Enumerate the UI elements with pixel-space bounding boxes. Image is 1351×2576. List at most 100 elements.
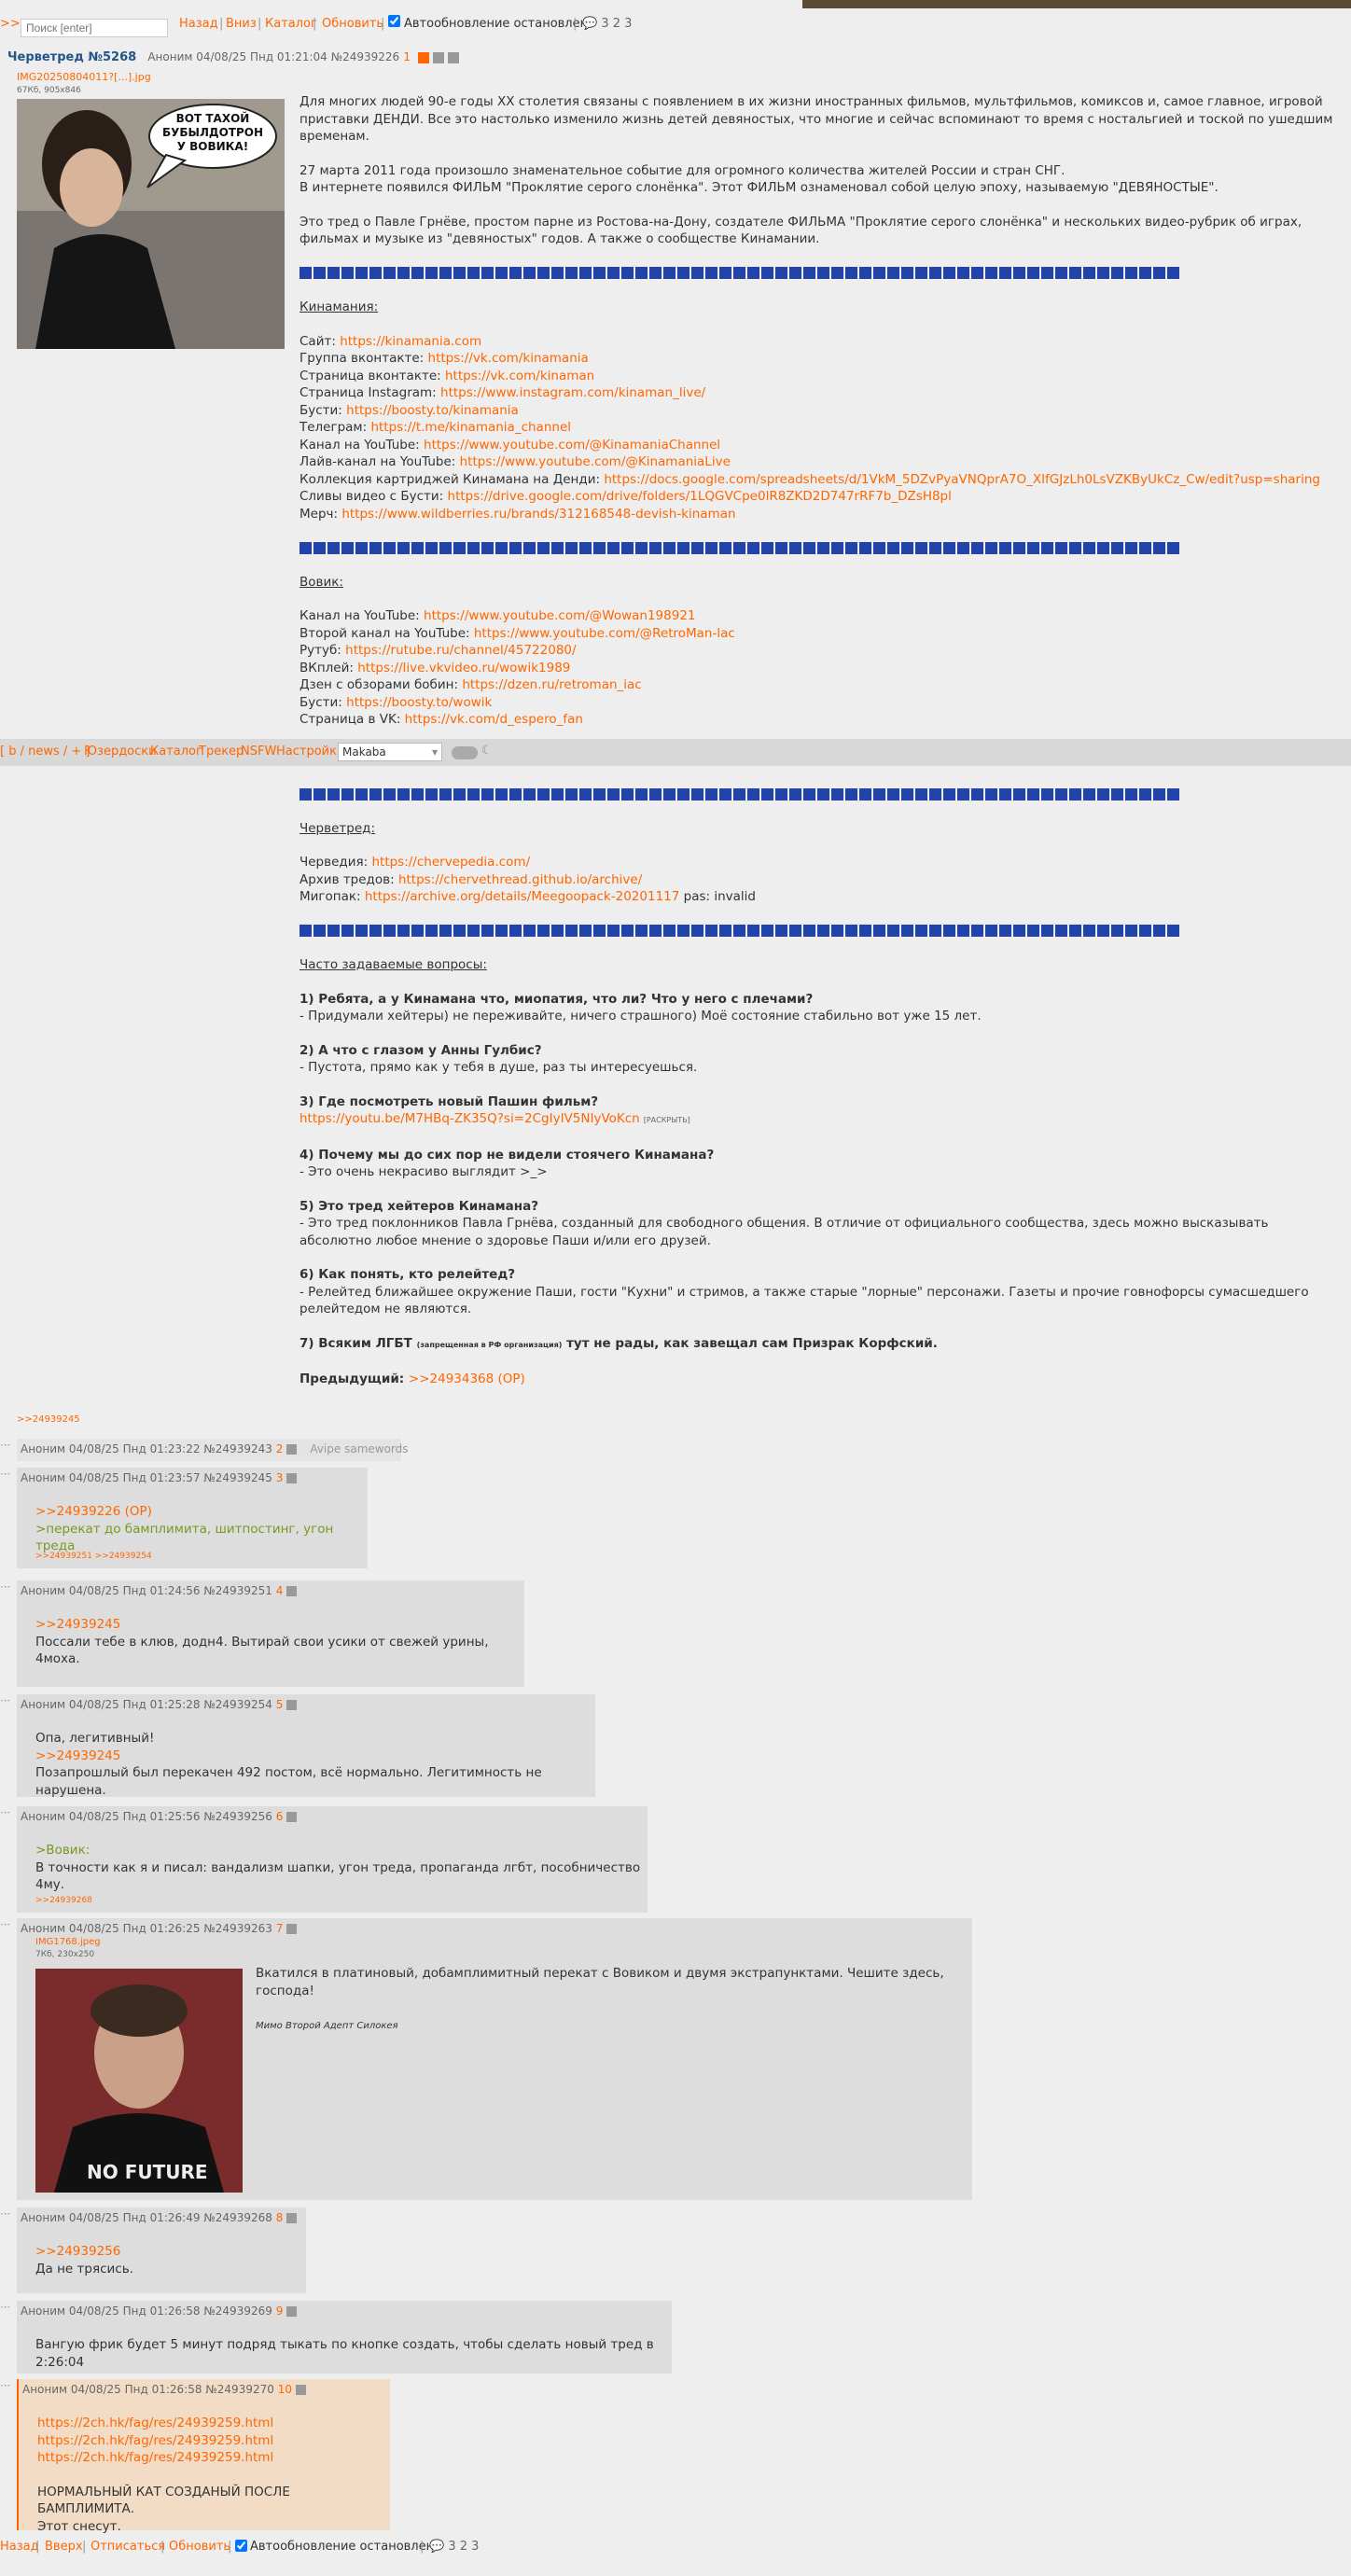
post-number[interactable]: 5 (276, 1698, 284, 1711)
post-line[interactable]: https://2ch.hk/fag/res/24939259.html (37, 2449, 390, 2467)
expand-button[interactable]: [РАСКРЫТЬ] (644, 1116, 690, 1124)
link-url[interactable]: https://kinamania.com (340, 334, 481, 349)
wheelchair-icon (649, 541, 662, 554)
link-row: Второй канал на YouTube: https://www.you… (299, 625, 1335, 643)
post-image[interactable]: NO FUTURE (35, 1969, 243, 2193)
op-options-icon[interactable] (433, 51, 445, 63)
op-play-icon[interactable] (448, 51, 460, 63)
nav-tracker[interactable]: Трекер (199, 745, 244, 759)
bottom-back-link[interactable]: Назад (0, 2540, 39, 2554)
post-body: >Вовик: В точности как я и писал: вандали… (35, 1842, 648, 1894)
link-url[interactable]: https://www.youtube.com/@RetroMan-lac (474, 626, 735, 641)
op-reply-ref[interactable]: >>24939245 (17, 1414, 80, 1425)
bottom-autoupdate-checkbox[interactable] (235, 2540, 247, 2552)
wheelchair-icon (453, 925, 466, 937)
post-file-link[interactable]: IMG1768.jpeg (35, 1937, 101, 1947)
link-url[interactable]: https://vk.com/kinaman (445, 369, 594, 383)
op-file-link[interactable]: IMG20250804011?[...].jpg (17, 71, 151, 83)
post-options-icon[interactable] (286, 1924, 298, 1934)
post-number[interactable]: 9 (276, 2304, 284, 2318)
post-line[interactable]: >>24939245 (35, 1748, 595, 1765)
post-number[interactable]: 3 (276, 1471, 284, 1484)
search-input[interactable] (21, 19, 168, 37)
post-replies[interactable]: >>24939268 (35, 1896, 92, 1905)
link-url[interactable]: https://rutube.ru/channel/45722080/ (345, 643, 576, 658)
link-label: Коллекция картриджей Кинамана на Денди: (299, 471, 605, 487)
unsubscribe-link[interactable]: Отписаться (91, 2540, 165, 2554)
link-url[interactable]: https://www.instagram.com/kinaman_live/ (440, 385, 705, 400)
faq-answer-link[interactable]: https://youtu.be/M7HBq-ZK35Q?si=2CgIyIV5… (299, 1111, 640, 1126)
bottom-up-link[interactable]: Вверх (45, 2540, 83, 2554)
link-url[interactable]: https://www.youtube.com/@KinamaniaLive (460, 454, 731, 469)
wheelchair-icon (481, 541, 494, 554)
post-options-icon[interactable] (286, 2213, 298, 2223)
refresh-link[interactable]: Обновить (322, 17, 383, 31)
wheelchair-icon (831, 925, 843, 937)
post-line: Поссали тебе в клюв, додн4. Вытирай свои… (35, 1634, 489, 1667)
link-label: Дзен с обзорами бобин: (299, 677, 463, 692)
link-url[interactable]: https://drive.google.com/drive/folders/1… (448, 489, 952, 504)
autoupdate-checkbox[interactable] (388, 15, 400, 27)
link-url[interactable]: https://chervethread.github.io/archive/ (398, 872, 642, 887)
link-url[interactable]: https://boosty.to/wowik (346, 695, 492, 710)
style-select[interactable]: Makaba ▾ (338, 743, 442, 761)
wheelchair-icon (1069, 541, 1081, 554)
post-line[interactable]: https://2ch.hk/fag/res/24939259.html (37, 2415, 390, 2432)
previous-thread-link[interactable]: >>24934368 (OP) (409, 1372, 525, 1386)
link-url[interactable]: https://www.youtube.com/@Wowan198921 (424, 608, 696, 623)
post-number[interactable]: 7 (276, 1922, 284, 1935)
post-options-icon[interactable] (286, 1812, 298, 1822)
nav-nsfw[interactable]: NSFW (241, 745, 276, 759)
post-number[interactable]: 6 (276, 1810, 284, 1823)
post-replies[interactable]: >>24939251 >>24939254 (35, 1552, 152, 1561)
link-url[interactable]: https://boosty.to/kinamania (346, 403, 519, 418)
wheelchair-icon (677, 267, 689, 279)
wheelchair-icon (719, 925, 731, 937)
post-number[interactable]: 10 (278, 2383, 292, 2396)
op-flag-icon[interactable] (418, 51, 430, 63)
boards-list[interactable]: [ b / news / + ] (0, 745, 90, 759)
link-url[interactable]: https://vk.com/d_espero_fan (405, 712, 583, 727)
post-options-icon[interactable] (286, 2306, 298, 2317)
catalog-link[interactable]: Каталог (265, 17, 317, 31)
wheelchair-icon (1125, 787, 1137, 801)
post-options-icon[interactable] (286, 1473, 298, 1483)
post-number[interactable]: 4 (276, 1584, 284, 1597)
bottom-refresh-link[interactable]: Обновить (169, 2540, 230, 2554)
wheelchair-icon (369, 925, 382, 937)
op-image[interactable]: ВОТ ТАХОЙ БУБЫЛДОТРОН У ВОВИКА! (17, 99, 285, 349)
back-link[interactable]: Назад (179, 17, 218, 31)
link-url[interactable]: https://vk.com/kinamania (428, 351, 589, 366)
post-number[interactable]: 8 (276, 2211, 284, 2224)
link-url[interactable]: https://dzen.ru/retroman_iac (462, 677, 641, 692)
link-url[interactable]: https://t.me/kinamania_channel (370, 420, 571, 435)
wheelchair-icon (621, 267, 634, 279)
post-options-icon[interactable] (295, 2385, 306, 2395)
wheelchair-icon (985, 925, 997, 937)
post-options-icon[interactable] (286, 1700, 298, 1710)
post-options-icon[interactable] (286, 1444, 298, 1455)
reply-post: Аноним 04/08/25 Пнд 01:23:57 №24939245 3… (17, 1468, 368, 1568)
nav-catalog[interactable]: Каталог (150, 745, 202, 759)
wheelchair-icon (971, 267, 983, 279)
post-line[interactable]: >>24939226 (OP) (35, 1503, 368, 1521)
post-options-icon[interactable] (286, 1586, 298, 1596)
down-link[interactable]: Вниз (226, 17, 257, 31)
post-number[interactable]: 2 (276, 1442, 284, 1455)
link-url[interactable]: https://docs.google.com/spreadsheets/d/1… (604, 472, 1320, 487)
link-url[interactable]: https://chervepedia.com/ (371, 855, 530, 870)
nav-settings[interactable]: Настройки (276, 745, 344, 759)
theme-toggle[interactable] (452, 746, 478, 759)
wheelchair-icon (579, 541, 592, 554)
link-url[interactable]: https://www.youtube.com/@KinamaniaChanne… (424, 438, 720, 453)
post-line[interactable]: >>24939245 (35, 1616, 524, 1634)
nav-userboards[interactable]: Юзердоски (84, 745, 157, 759)
wheelchair-icon (327, 787, 340, 801)
link-url[interactable]: https://archive.org/details/Meegoopack-2… (365, 889, 679, 904)
link-url[interactable]: https://www.wildberries.ru/brands/312168… (341, 507, 735, 522)
post-line[interactable]: >>24939256 (35, 2243, 133, 2261)
link-url[interactable]: https://live.vkvideo.ru/wowik1989 (357, 661, 570, 675)
wheelchair-icon (901, 541, 913, 554)
post-line[interactable]: https://2ch.hk/fag/res/24939259.html (37, 2432, 390, 2450)
wheelchair-icon (747, 541, 759, 554)
